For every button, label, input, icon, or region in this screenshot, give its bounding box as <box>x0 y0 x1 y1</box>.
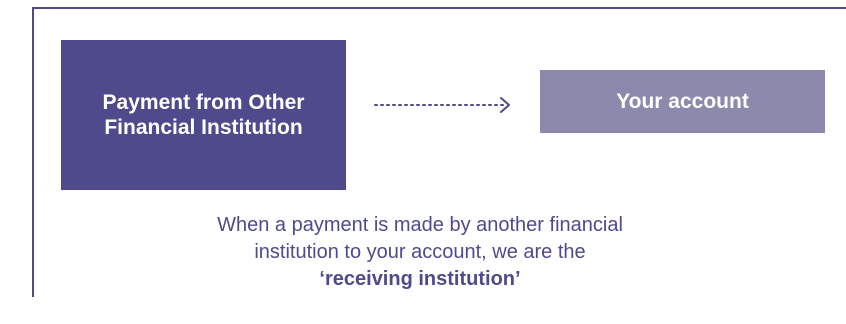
your-account-label: Your account <box>616 89 749 113</box>
caption-emphasis: ‘receiving institution’ <box>319 268 521 290</box>
diagram-caption: When a payment is made by another financ… <box>140 212 700 293</box>
source-institution-box: Payment from Other Financial Institution <box>61 40 346 190</box>
your-account-box: Your account <box>540 70 825 133</box>
source-institution-label: Payment from Other Financial Institution <box>102 91 305 139</box>
caption-line-2: institution to your account, we are the <box>254 241 586 263</box>
dotted-arrow-icon <box>374 97 510 113</box>
caption-line-1: When a payment is made by another financ… <box>217 214 623 236</box>
